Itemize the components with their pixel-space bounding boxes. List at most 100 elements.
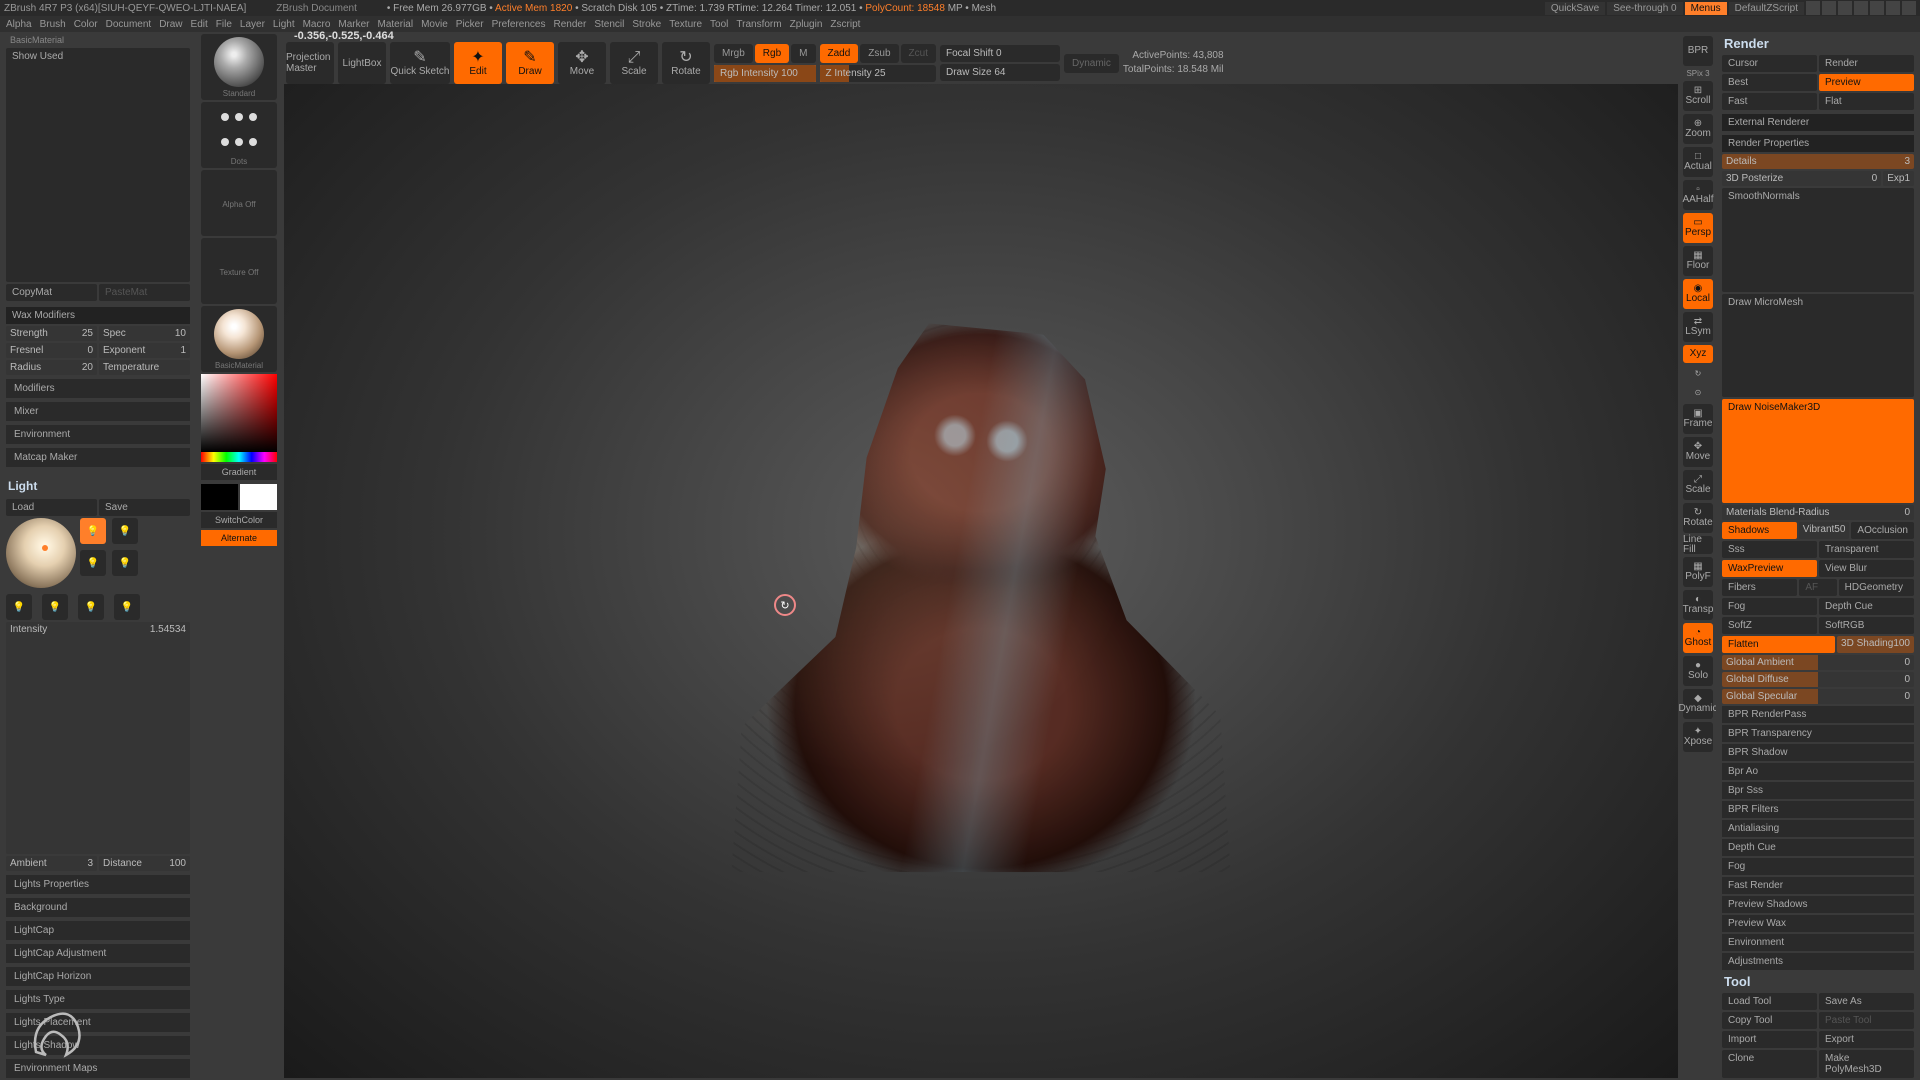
bpr-renderpass[interactable]: BPR RenderPass xyxy=(1722,706,1914,723)
menu-alpha[interactable]: Alpha xyxy=(6,19,32,30)
m-button[interactable]: M xyxy=(791,44,815,63)
zsub-button[interactable]: Zsub xyxy=(860,44,898,63)
menu-zscript[interactable]: Zscript xyxy=(830,19,860,30)
ghost-button[interactable]: ◔Ghost xyxy=(1683,623,1713,653)
flatten-button[interactable]: Flatten xyxy=(1722,636,1835,653)
rot-z-icon[interactable]: ⊙ xyxy=(1683,385,1713,401)
global-ambient-slider[interactable]: Global Ambient0 xyxy=(1722,655,1914,670)
copy-tool-button[interactable]: Copy Tool xyxy=(1722,1012,1817,1029)
menu-file[interactable]: File xyxy=(216,19,232,30)
af-button[interactable]: AF xyxy=(1799,579,1836,596)
lsym-button[interactable]: ⇄LSym xyxy=(1683,312,1713,342)
vibrant-slider[interactable]: Vibrant50 xyxy=(1799,522,1850,539)
rotate-view-button[interactable]: ↻Rotate xyxy=(1683,503,1713,533)
hdgeometry-button[interactable]: HDGeometry xyxy=(1839,579,1914,596)
scale-mode-button[interactable]: ⤢Scale xyxy=(610,42,658,84)
menu-layer[interactable]: Layer xyxy=(240,19,265,30)
light-7-toggle[interactable]: 💡 xyxy=(78,594,104,620)
menu-color[interactable]: Color xyxy=(74,19,98,30)
lightcap-horizon[interactable]: LightCap Horizon xyxy=(6,967,190,986)
fibers-button[interactable]: Fibers xyxy=(1722,579,1797,596)
minimize-icon[interactable] xyxy=(1870,1,1884,15)
polymesh-button[interactable]: Make PolyMesh3D xyxy=(1819,1050,1914,1078)
depthcue-section[interactable]: Depth Cue xyxy=(1722,839,1914,856)
viewport-canvas[interactable] xyxy=(284,84,1678,1078)
menu-material[interactable]: Material xyxy=(378,19,414,30)
linefill-button[interactable]: Line Fill xyxy=(1683,536,1713,554)
paste-tool-button[interactable]: Paste Tool xyxy=(1819,1012,1914,1029)
previewshadows-section[interactable]: Preview Shadows xyxy=(1722,896,1914,913)
menus-toggle[interactable]: Menus xyxy=(1685,2,1727,15)
material-thumbnail[interactable]: BasicMaterial xyxy=(201,306,277,372)
background-section[interactable]: Background xyxy=(6,898,190,917)
draw-size-slider[interactable]: Draw Size 64 xyxy=(940,64,1060,81)
rgb-button[interactable]: Rgb xyxy=(755,44,789,63)
shadows-button[interactable]: Shadows xyxy=(1722,522,1797,539)
floor-button[interactable]: ▦Floor xyxy=(1683,246,1713,276)
exp-slider[interactable]: Exp1 xyxy=(1883,171,1914,186)
posterize-slider[interactable]: 3D Posterize0 xyxy=(1722,171,1881,186)
micromesh-button[interactable]: Draw MicroMesh xyxy=(1722,294,1914,398)
frame-button[interactable]: ▣Frame xyxy=(1683,404,1713,434)
window-icon[interactable] xyxy=(1822,1,1836,15)
stroke-thumbnail[interactable]: Dots xyxy=(201,102,277,168)
quicksave-button[interactable]: QuickSave xyxy=(1545,2,1605,15)
alpha-thumbnail[interactable]: Alpha Off xyxy=(201,170,277,236)
default-zscript[interactable]: DefaultZScript xyxy=(1729,2,1804,15)
window-icon[interactable] xyxy=(1838,1,1852,15)
render-button[interactable]: Render xyxy=(1819,55,1914,72)
light-6-toggle[interactable]: 💡 xyxy=(42,594,68,620)
menu-draw[interactable]: Draw xyxy=(159,19,182,30)
exponent-slider[interactable]: Exponent1 xyxy=(99,343,190,358)
primary-color[interactable] xyxy=(240,484,277,510)
fresnel-slider[interactable]: Fresnel0 xyxy=(6,343,97,358)
scroll-button[interactable]: ⊞Scroll xyxy=(1683,81,1713,111)
light-direction-sphere[interactable] xyxy=(6,518,76,588)
rgb-intensity-slider[interactable]: Rgb Intensity 100 xyxy=(714,65,816,82)
strength-slider[interactable]: Strength25 xyxy=(6,326,97,341)
dynamic-button[interactable]: Dynamic xyxy=(1064,54,1119,73)
spix-slider[interactable]: SPix 3 xyxy=(1686,69,1709,78)
texture-thumbnail[interactable]: Texture Off xyxy=(201,238,277,304)
environment-section[interactable]: Environment xyxy=(6,425,190,444)
clone-button[interactable]: Clone xyxy=(1722,1050,1817,1078)
cursor-button[interactable]: Cursor xyxy=(1722,55,1817,72)
window-icon[interactable] xyxy=(1806,1,1820,15)
aocclusion-button[interactable]: AOcclusion xyxy=(1851,522,1914,539)
draw-mode-button[interactable]: ✎Draw xyxy=(506,42,554,84)
bpr-shadow[interactable]: BPR Shadow xyxy=(1722,744,1914,761)
lightcap-section[interactable]: LightCap xyxy=(6,921,190,940)
global-specular-slider[interactable]: Global Specular0 xyxy=(1722,689,1914,704)
depthcue-button[interactable]: Depth Cue xyxy=(1819,598,1914,615)
distance-slider[interactable]: Distance100 xyxy=(99,856,190,871)
polyf-button[interactable]: ▦PolyF xyxy=(1683,557,1713,587)
actual-button[interactable]: □Actual xyxy=(1683,147,1713,177)
light-8-toggle[interactable]: 💡 xyxy=(114,594,140,620)
show-used-button[interactable]: Show Used xyxy=(6,48,190,282)
menu-tool[interactable]: Tool xyxy=(710,19,728,30)
mixer-section[interactable]: Mixer xyxy=(6,402,190,421)
menu-document[interactable]: Document xyxy=(106,19,152,30)
secondary-color[interactable] xyxy=(201,484,238,510)
dynamic-solo-button[interactable]: ◆Dynamic xyxy=(1683,689,1713,719)
mrgb-button[interactable]: Mrgb xyxy=(714,44,753,63)
menu-render[interactable]: Render xyxy=(554,19,587,30)
rot-y-icon[interactable]: ↻ xyxy=(1683,366,1713,382)
move-mode-button[interactable]: ✥Move xyxy=(558,42,606,84)
maximize-icon[interactable] xyxy=(1886,1,1900,15)
noisemaker3d-button[interactable]: Draw NoiseMaker3D xyxy=(1722,399,1914,503)
local-button[interactable]: ◉Local xyxy=(1683,279,1713,309)
light-intensity-slider[interactable]: Intensity1.54534 xyxy=(6,622,190,854)
close-icon[interactable] xyxy=(1902,1,1916,15)
spec-slider[interactable]: Spec10 xyxy=(99,326,190,341)
color-picker[interactable] xyxy=(201,374,277,462)
light-4-toggle[interactable]: 💡 xyxy=(112,550,138,576)
z-intensity-slider[interactable]: Z Intensity 25 xyxy=(820,65,936,82)
menu-preferences[interactable]: Preferences xyxy=(492,19,546,30)
bpr-sss[interactable]: Bpr Sss xyxy=(1722,782,1914,799)
menu-edit[interactable]: Edit xyxy=(191,19,208,30)
light-5-toggle[interactable]: 💡 xyxy=(6,594,32,620)
saveas-button[interactable]: Save As xyxy=(1819,993,1914,1010)
light-1-toggle[interactable]: 💡 xyxy=(80,518,106,544)
xpose-button[interactable]: ✦Xpose xyxy=(1683,722,1713,752)
